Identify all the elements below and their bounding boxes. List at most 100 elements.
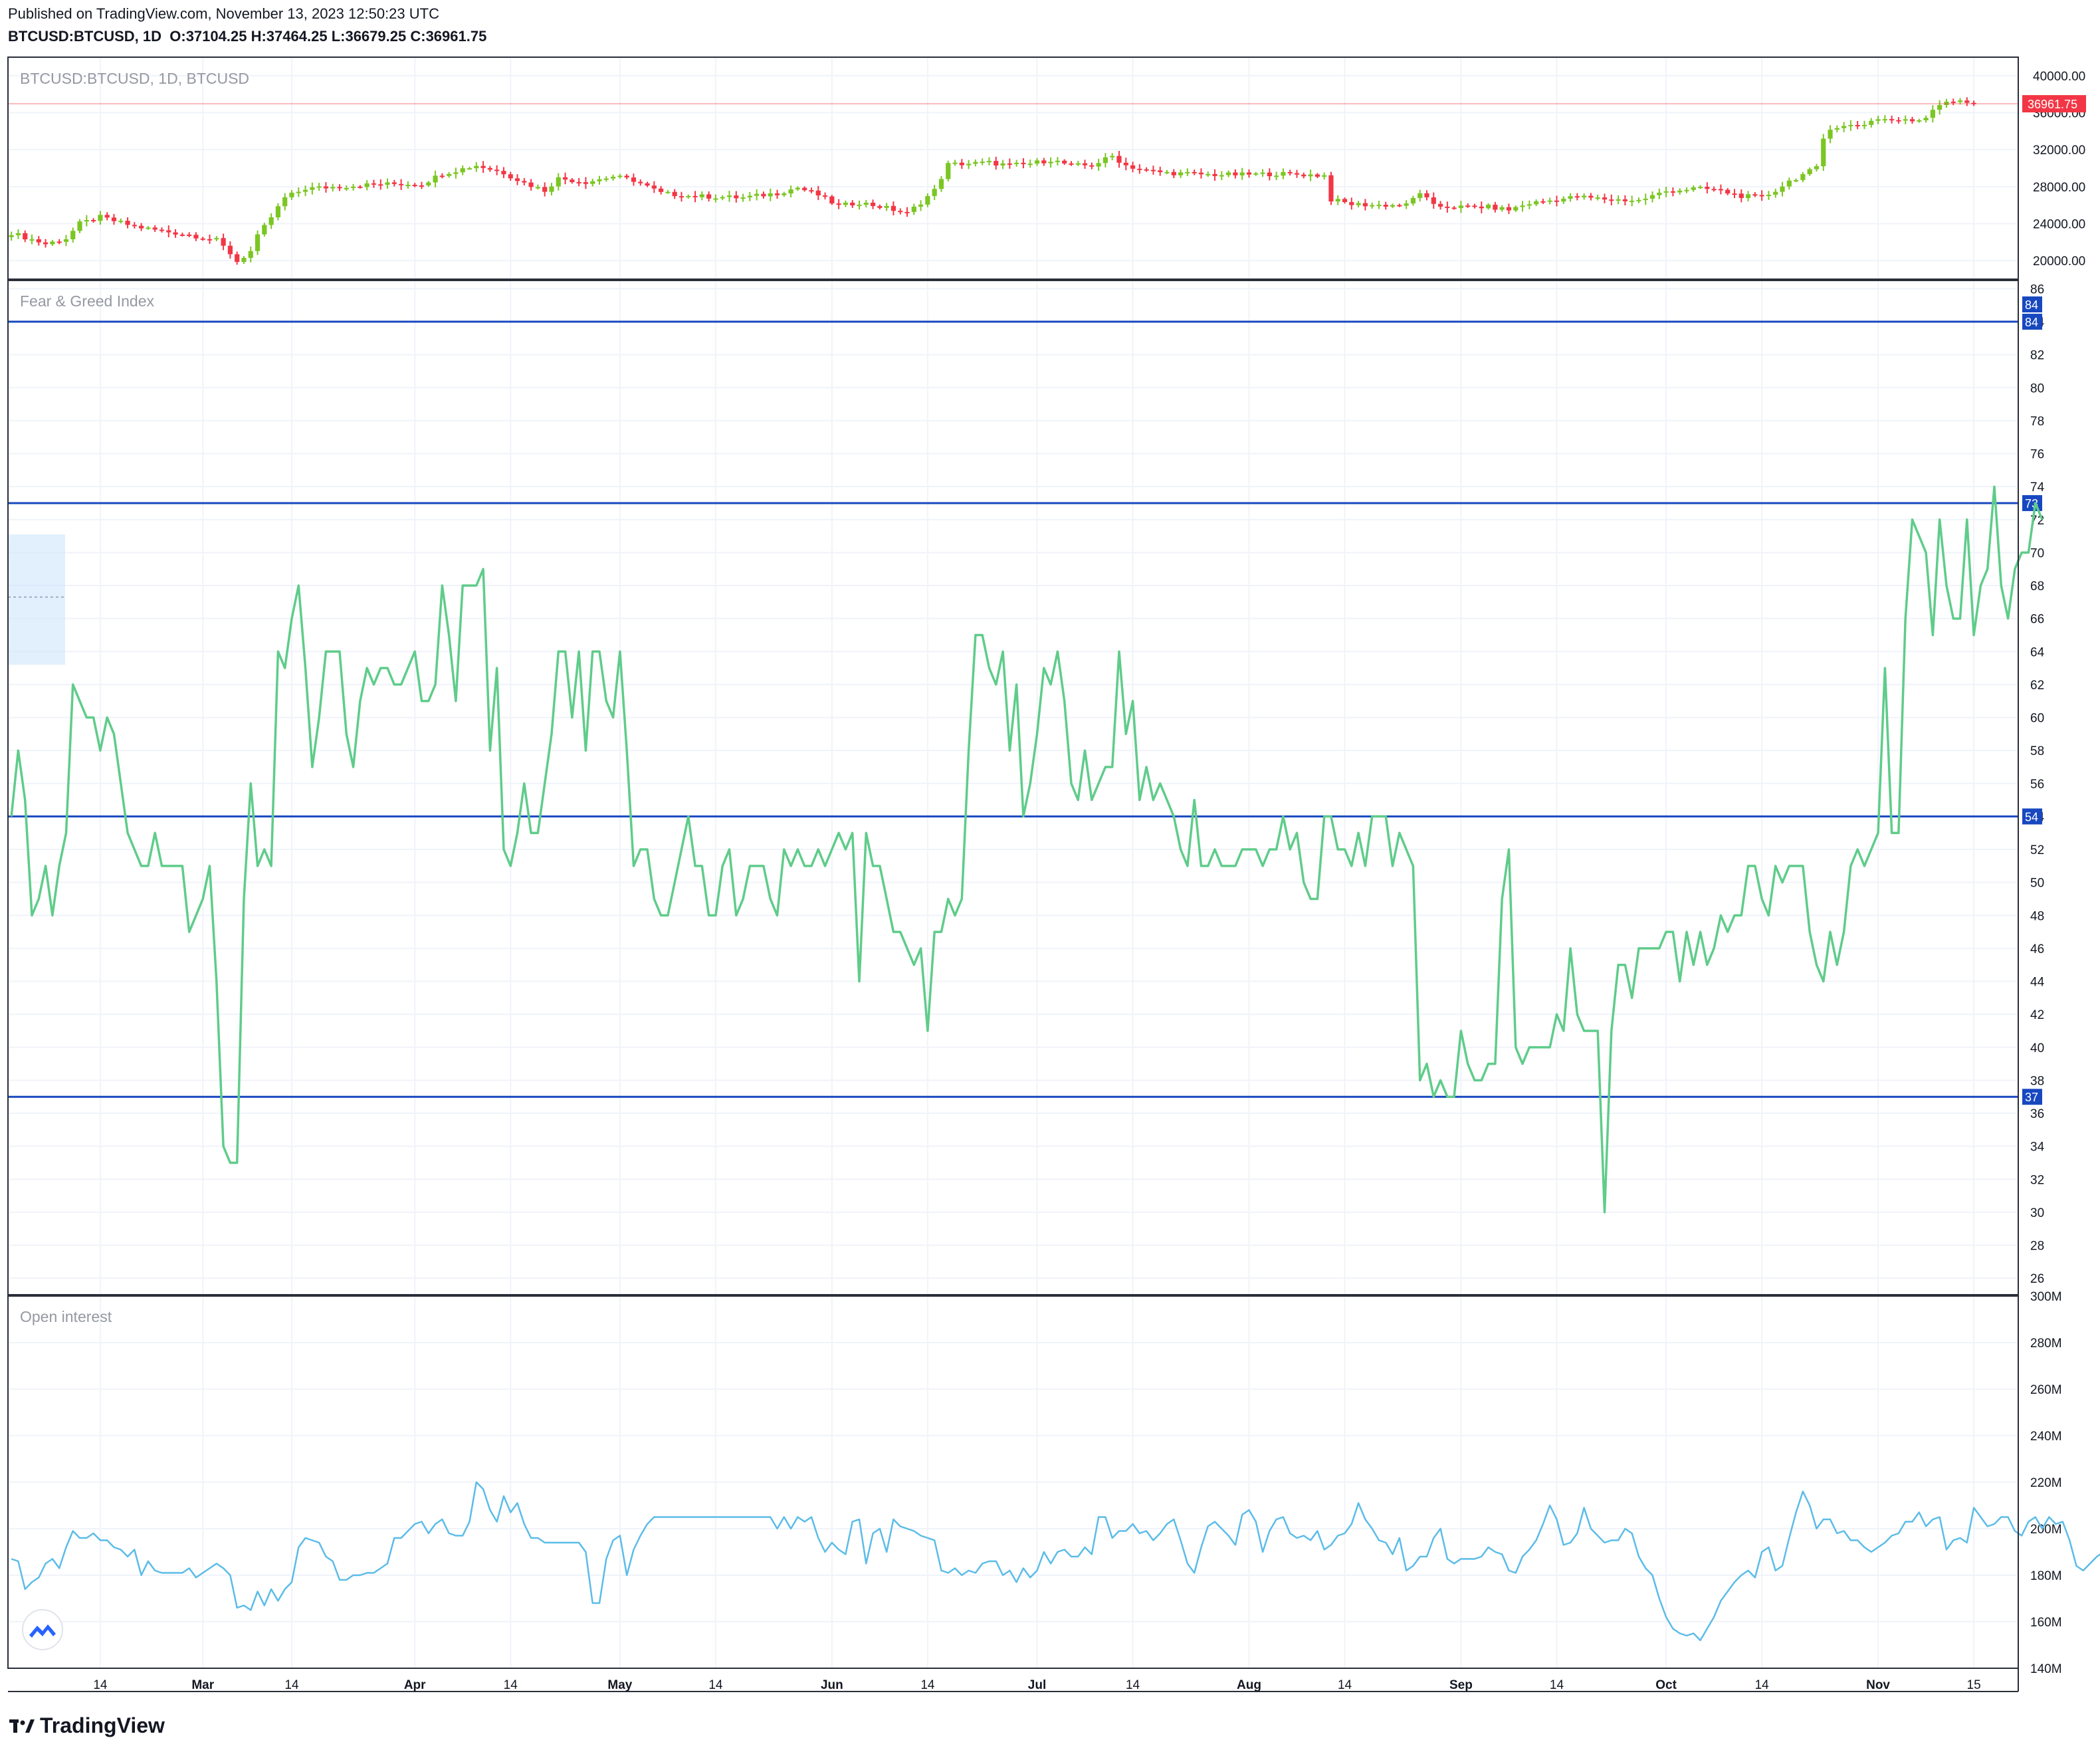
candle-body	[1903, 119, 1908, 121]
candle	[1458, 200, 1464, 213]
candle-body	[474, 165, 479, 169]
candle-body	[1445, 206, 1450, 208]
fng-axis: 2628303234363840424446485052545658606264…	[2030, 282, 2045, 1286]
candle-body	[1322, 175, 1327, 177]
candle-body	[1923, 118, 1929, 120]
candle-body	[986, 161, 992, 163]
candle-body	[570, 179, 575, 182]
candle-body	[268, 217, 274, 225]
oi-tick-label: 220M	[2030, 1476, 2062, 1490]
candle	[966, 160, 972, 169]
candle-body	[56, 241, 62, 243]
candle	[193, 232, 199, 241]
candle	[1520, 201, 1525, 212]
candle-body	[433, 175, 438, 183]
candle-body	[1397, 205, 1402, 207]
candle-body	[1554, 200, 1560, 202]
candle-body	[966, 164, 972, 165]
candle	[1869, 118, 1874, 128]
candle-body	[1657, 192, 1662, 195]
candle	[1697, 185, 1703, 189]
candle	[23, 230, 28, 243]
candle-body	[187, 234, 192, 236]
candle-body	[1568, 196, 1573, 199]
candle	[1472, 203, 1477, 209]
candle	[43, 239, 49, 248]
candle	[1547, 197, 1552, 205]
candle-body	[761, 193, 766, 197]
candle-body	[556, 177, 561, 187]
candle	[1677, 188, 1683, 195]
candle	[946, 160, 951, 181]
candle-body	[1239, 172, 1245, 175]
candle-body	[1260, 172, 1265, 174]
candle-body	[1383, 205, 1388, 207]
candle	[419, 181, 425, 189]
candle-body	[1123, 162, 1128, 165]
candle-body	[1055, 160, 1060, 162]
candle	[439, 173, 445, 179]
candle	[1499, 205, 1505, 212]
candle	[898, 208, 903, 215]
candle	[70, 227, 76, 243]
candle-body	[1335, 199, 1340, 202]
candle-body	[768, 193, 773, 197]
candle-body	[1130, 165, 1136, 169]
candle	[891, 201, 896, 216]
candle	[1287, 169, 1293, 176]
candle	[1875, 116, 1881, 125]
chart-watermark-icon	[22, 1609, 63, 1650]
candle	[1397, 203, 1402, 207]
candle-body	[802, 187, 807, 191]
candle	[638, 179, 643, 186]
candle-body	[1472, 205, 1477, 207]
candle	[1506, 203, 1512, 214]
fng-tick-label: 68	[2030, 580, 2044, 594]
candle-body	[1465, 205, 1471, 207]
candle-body	[1144, 169, 1149, 171]
candle	[1705, 182, 1710, 194]
candle	[679, 191, 684, 202]
candle	[460, 165, 465, 175]
fng-tick-label: 30	[2030, 1206, 2044, 1220]
candle-body	[1206, 173, 1211, 175]
candle	[1773, 188, 1778, 198]
chart-canvas[interactable]: 20000.0024000.0028000.0032000.0036000.00…	[0, 0, 2100, 1748]
candle-body	[1909, 119, 1915, 122]
candle-body	[542, 187, 548, 192]
candle-body	[1082, 163, 1088, 165]
candle-body	[857, 204, 862, 206]
candle	[1437, 201, 1443, 210]
candle-body	[214, 238, 219, 240]
candle-body	[665, 191, 671, 193]
candle	[1137, 164, 1142, 174]
candle	[665, 189, 671, 194]
candle	[994, 156, 999, 170]
candle-body	[1882, 119, 1887, 121]
candle	[487, 165, 492, 172]
candle	[1738, 189, 1744, 203]
tradingview-logo[interactable]: TradingView	[9, 1713, 165, 1738]
candle-body	[1745, 194, 1751, 198]
candle	[1404, 200, 1409, 209]
candle	[262, 223, 267, 237]
candle-body	[419, 185, 425, 187]
candle-body	[1418, 193, 1423, 198]
candle	[296, 187, 301, 197]
candle-body	[610, 176, 616, 179]
candle	[1226, 170, 1231, 177]
candle	[433, 170, 438, 187]
candle-body	[631, 177, 637, 182]
candle	[501, 167, 506, 178]
candle	[1294, 169, 1300, 178]
watermark-circle	[22, 1609, 63, 1650]
candle	[877, 204, 883, 210]
candle	[1540, 198, 1546, 205]
candle-body	[528, 182, 534, 187]
candle	[1376, 201, 1382, 209]
candle-body	[84, 220, 89, 222]
candle-body	[734, 195, 739, 199]
candle-body	[508, 174, 513, 179]
candle-body	[535, 187, 541, 189]
candle-body	[1752, 194, 1758, 196]
